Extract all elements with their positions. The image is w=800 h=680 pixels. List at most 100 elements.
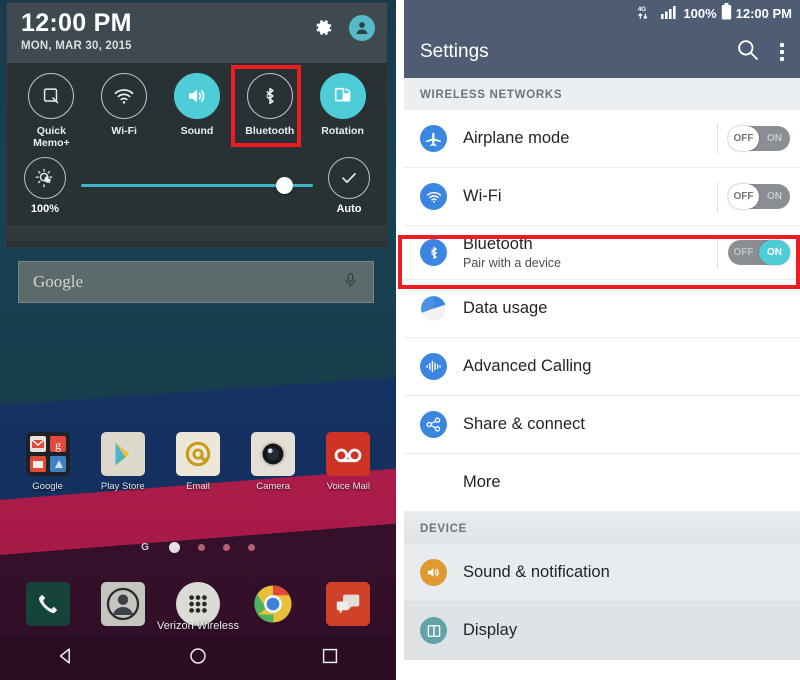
home-circle-icon[interactable] <box>187 645 209 672</box>
app-label: Camera <box>256 481 291 492</box>
settings-row-sound-notification[interactable]: Sound & notification <box>404 544 800 602</box>
wifi-icon <box>101 72 148 119</box>
quick-settings-header: 12:00 PM MON, MAR 30, 2015 <box>7 3 387 63</box>
checkmark-icon <box>328 156 370 199</box>
quick-settings-header-actions <box>311 11 375 41</box>
settings-row-text: Airplane mode <box>463 129 717 148</box>
voicemail-icon <box>326 432 371 476</box>
quick-toggle-label: Quick Memo+ <box>33 124 70 149</box>
settings-row-subtitle: Pair with a device <box>463 256 561 270</box>
settings-row-airplane-mode[interactable]: Airplane mode OFF ON <box>404 110 800 168</box>
quick-toggle-rotation[interactable]: Rotation <box>310 72 376 137</box>
quick-toggle-wifi[interactable]: Wi-Fi <box>91 72 157 137</box>
user-avatar-icon[interactable] <box>349 15 375 41</box>
settings-row-text: Share & connect <box>463 415 790 434</box>
settings-row-text: Bluetooth Pair with a device <box>463 235 717 270</box>
bluetooth-icon <box>420 239 447 266</box>
section-header-wireless: WIRELESS NETWORKS <box>404 78 800 110</box>
settings-row-text: Sound & notification <box>463 563 790 582</box>
battery-full-icon <box>721 3 732 23</box>
signal-bars-icon <box>661 4 679 22</box>
settings-row-text: Display <box>463 621 790 640</box>
row-separator <box>717 181 718 212</box>
bluetooth-icon <box>246 72 293 119</box>
page-dot[interactable] <box>197 544 205 551</box>
settings-row-title: Display <box>463 621 518 639</box>
status-bar: 4G 100% 12:00 PM <box>404 0 800 26</box>
sound-icon <box>420 559 447 586</box>
app-icon-google[interactable]: g Google <box>17 432 79 492</box>
settings-row-title: Sound & notification <box>463 563 610 581</box>
auto-brightness-label: Auto <box>336 202 362 215</box>
wifi-icon <box>420 183 447 210</box>
app-label: Play Store <box>100 481 145 492</box>
app-label: Google <box>32 481 63 492</box>
share-connect-icon <box>420 411 447 438</box>
airplane-icon <box>420 125 447 152</box>
settings-row-share-connect[interactable]: Share & connect <box>404 396 800 454</box>
battery-percent-label: 100% <box>683 5 717 21</box>
google-now-dot-label[interactable]: G <box>141 542 149 553</box>
home-page-indicator: G <box>0 542 396 553</box>
settings-row-title: Advanced Calling <box>463 357 592 375</box>
app-icon-play-store[interactable]: Play Store <box>92 432 154 492</box>
settings-row-title: Share & connect <box>463 415 585 433</box>
clock-block[interactable]: 12:00 PM MON, MAR 30, 2015 <box>21 11 132 53</box>
recents-square-icon[interactable] <box>319 645 341 672</box>
quick-toggle-bluetooth[interactable]: Bluetooth <box>230 64 303 147</box>
settings-row-more[interactable]: More <box>404 454 800 512</box>
auto-brightness-control[interactable]: Auto <box>323 156 375 215</box>
app-icon-email[interactable]: Email <box>167 432 229 492</box>
back-triangle-icon[interactable] <box>55 645 77 672</box>
quick-toggle-quick-memo[interactable]: Quick Memo+ <box>18 72 84 149</box>
svg-text:4G: 4G <box>638 6 646 13</box>
toggle-off-label: OFF <box>733 247 754 258</box>
app-icon-camera[interactable]: Camera <box>242 432 304 492</box>
brightness-slider[interactable] <box>81 175 313 197</box>
page-dot[interactable] <box>222 544 230 551</box>
search-input[interactable]: Google <box>33 272 83 292</box>
overflow-menu-icon[interactable] <box>780 43 784 61</box>
quick-memo-icon <box>28 72 75 119</box>
settings-row-bluetooth[interactable]: Bluetooth Pair with a device OFF ON <box>404 226 800 280</box>
brightness-icon <box>24 156 66 199</box>
quick-toggle-label: Rotation <box>321 124 364 137</box>
search-icon[interactable] <box>735 37 760 67</box>
quick-toggle-label: Bluetooth <box>245 124 295 137</box>
wifi-toggle[interactable]: OFF ON <box>728 184 790 209</box>
quick-settings-body: Quick Memo+ Wi-Fi Sound Bluetooth Rotati… <box>7 62 387 247</box>
settings-row-advanced-calling[interactable]: Advanced Calling <box>404 338 800 396</box>
quick-settings-shade: 12:00 PM MON, MAR 30, 2015 Quick Memo+ W… <box>6 2 388 248</box>
app-label: Email <box>186 481 210 492</box>
app-icon-voice-mail[interactable]: Voice Mail <box>317 432 379 492</box>
display-icon <box>420 617 447 644</box>
row-separator <box>717 237 718 268</box>
settings-row-text: Wi-Fi <box>463 187 717 206</box>
settings-row-wifi[interactable]: Wi-Fi OFF ON <box>404 168 800 226</box>
toggle-on-label: ON <box>767 247 782 258</box>
airplane-mode-toggle[interactable]: OFF ON <box>728 126 790 151</box>
gear-icon[interactable] <box>311 16 335 40</box>
settings-row-display[interactable]: Display <box>404 602 800 660</box>
page-dot-active[interactable] <box>168 542 180 553</box>
page-dot[interactable] <box>247 544 255 551</box>
settings-row-text: Data usage <box>463 299 790 318</box>
settings-app-bar: Settings <box>404 26 800 78</box>
brightness-control[interactable]: 100% <box>19 156 71 215</box>
navigation-bar <box>0 636 396 680</box>
dual-screenshot-stage: 12:00 PM MON, MAR 30, 2015 Quick Memo+ W… <box>0 0 800 680</box>
toggle-off-label: OFF <box>733 191 754 202</box>
section-header-device: DEVICE <box>404 512 800 544</box>
google-search-widget[interactable]: Google <box>18 261 374 303</box>
settings-row-title: Airplane mode <box>463 129 570 147</box>
row-separator <box>717 123 718 154</box>
google-folder-icon: g <box>25 432 70 476</box>
microphone-icon[interactable] <box>342 270 359 295</box>
slider-thumb[interactable] <box>275 177 293 195</box>
bluetooth-toggle[interactable]: OFF ON <box>728 240 790 265</box>
settings-row-data-usage[interactable]: Data usage <box>404 280 800 338</box>
quick-toggle-sound[interactable]: Sound <box>164 72 230 137</box>
play-store-icon <box>100 432 145 476</box>
settings-row-text: Advanced Calling <box>463 357 790 376</box>
page-title: Settings <box>420 41 489 62</box>
